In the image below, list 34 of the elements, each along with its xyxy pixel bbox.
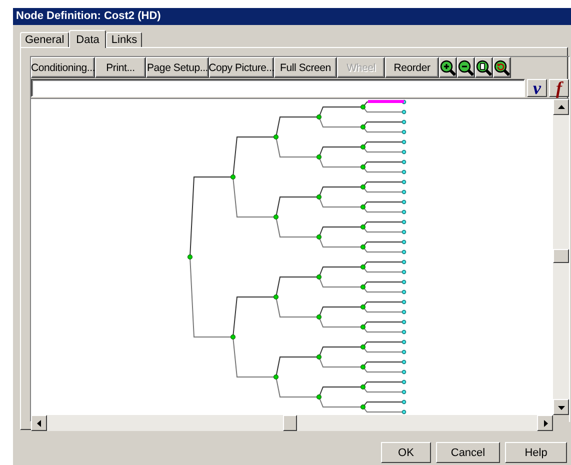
zoom-in-icon [440,60,456,76]
scroll-up-button[interactable] [553,99,569,115]
dialog-button[interactable]: Help [505,442,567,463]
scroll-thumb[interactable] [553,249,569,263]
zoom-page-button[interactable] [475,57,493,78]
tab[interactable]: Links [106,32,142,47]
tab[interactable]: General [20,32,70,47]
down-arrow-icon [558,404,564,410]
zoom-out-icon [458,60,474,76]
window-title: Node Definition: Cost2 (HD) [13,8,571,25]
horizontal-scrollbar[interactable] [31,415,553,431]
toolbar-button[interactable]: Full Screen [274,57,337,78]
toolbar-button[interactable]: Reorder [385,57,439,78]
dialog-button[interactable]: OK [381,442,431,463]
right-arrow-icon [542,420,548,426]
function-button[interactable]: f [549,79,569,97]
scroll-down-button[interactable] [553,399,569,415]
left-arrow-icon [36,420,42,426]
toolbar-button[interactable]: Print... [95,57,146,78]
value-button[interactable]: v [527,79,547,97]
zoom-in-button[interactable] [439,57,457,78]
up-arrow-icon [558,104,564,110]
toolbar-button[interactable]: Page Setup... [146,57,209,78]
highlight-bar [368,100,404,103]
zoom-reset-button[interactable] [493,57,511,78]
tab[interactable]: Data [69,30,106,48]
dialog-button[interactable]: Cancel [436,442,500,463]
zoom-out-button[interactable] [457,57,475,78]
scroll-thumb[interactable] [283,415,297,431]
zoom-reset-icon [494,60,510,76]
vertical-scrollbar[interactable] [553,98,569,415]
formula-field[interactable] [31,79,525,97]
scroll-right-button[interactable] [537,415,553,431]
scroll-left-button[interactable] [31,415,47,431]
